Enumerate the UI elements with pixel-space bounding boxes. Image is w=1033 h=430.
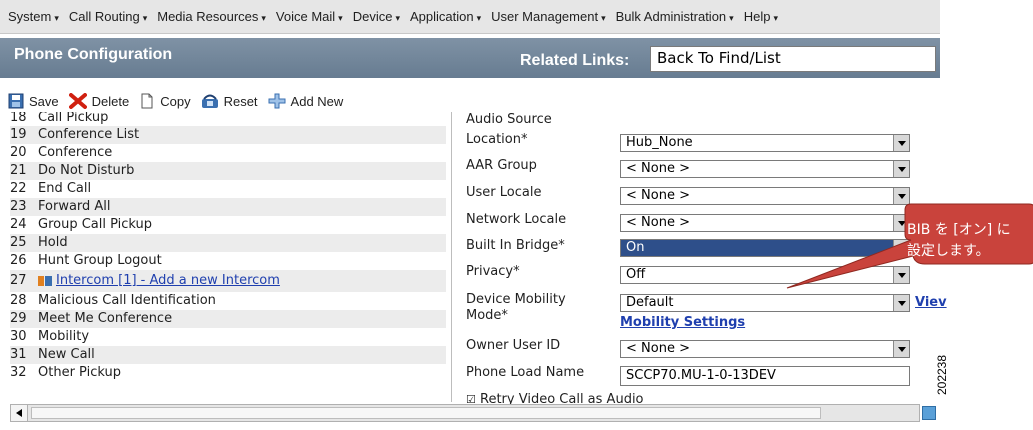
menu-media-resources[interactable]: Media Resources ▾ — [157, 9, 266, 24]
user-locale-label: User Locale — [466, 185, 542, 200]
location-select[interactable]: Hub_None — [620, 134, 910, 152]
user-locale-select[interactable]: < None > — [620, 187, 910, 205]
owner-user-id-label: Owner User ID — [466, 338, 561, 353]
audio-source-label: Audio Source — [466, 112, 552, 127]
add-intercom-link[interactable]: Intercom [1] - Add a new Intercom — [56, 273, 280, 288]
chevron-down-icon: ▾ — [142, 13, 148, 23]
list-item: 23 Forward All — [10, 198, 446, 216]
intercom-icon — [38, 275, 52, 286]
location-label: Location* — [466, 132, 528, 147]
chevron-down-icon: ▾ — [773, 13, 778, 23]
list-item: 30 Mobility — [10, 329, 90, 344]
list-item: 20 Conference — [10, 145, 113, 160]
related-links-label: Related Links: — [520, 52, 630, 69]
page-icon — [922, 406, 936, 420]
owner-user-id-select[interactable]: < None > — [620, 340, 910, 358]
panel-divider — [451, 112, 452, 402]
chevron-down-icon: ▾ — [338, 13, 343, 23]
add-new-button[interactable]: Add New — [268, 93, 343, 109]
phone-load-name-label: Phone Load Name — [466, 365, 585, 380]
menu-voice-mail[interactable]: Voice Mail ▾ — [276, 9, 343, 24]
horizontal-scrollbar[interactable] — [10, 404, 920, 422]
list-item: 32 Other Pickup — [10, 365, 121, 380]
list-item-intercom: 27 Intercom [1] - Add a new Intercom — [10, 270, 446, 292]
delete-x-icon — [68, 93, 87, 109]
menu-device[interactable]: Device ▾ — [353, 9, 400, 24]
list-item: 18 Call Pickup — [10, 112, 109, 125]
list-item: 29 Meet Me Conference — [10, 310, 446, 328]
network-locale-label: Network Locale — [466, 212, 567, 227]
page-header: Phone Configuration Related Links: Back … — [0, 38, 940, 78]
figure-number: 202238 — [935, 354, 950, 396]
chevron-down-icon: ▾ — [54, 13, 59, 23]
phone-load-name-input[interactable]: SCCP70.MU-1-0-13DEV — [620, 366, 910, 386]
chevron-down-icon: ▾ — [395, 13, 400, 23]
chevron-down-icon: ▾ — [476, 13, 482, 23]
list-item: 21 Do Not Disturb — [10, 162, 446, 180]
add-plus-icon — [268, 93, 286, 109]
menu-call-routing[interactable]: Call Routing ▾ — [69, 9, 147, 24]
list-item: 19 Conference List — [10, 126, 446, 144]
menu-bar: System ▾ Call Routing ▾ Media Resources ▾ V… — [0, 0, 940, 34]
button-template-list: 18 Call Pickup 19 Conference List 20 Confer… — [10, 112, 446, 382]
list-item: 26 Hunt Group Logout — [10, 253, 162, 268]
save-button[interactable]: Save — [8, 93, 59, 109]
dropdown-arrow-icon — [893, 341, 909, 357]
scroll-left-button[interactable] — [11, 405, 28, 421]
dropdown-arrow-icon — [893, 135, 909, 151]
save-icon — [8, 93, 24, 109]
scrollbar-thumb[interactable] — [31, 407, 821, 419]
list-item: 28 Malicious Call Identification — [10, 293, 216, 308]
device-mobility-mode-label: Device Mobility — [466, 292, 566, 307]
built-in-bridge-label: Built In Bridge* — [466, 238, 565, 253]
mobility-settings-link[interactable]: Mobility Settings — [620, 315, 745, 330]
device-mobility-mode-select[interactable]: Default — [620, 294, 910, 312]
chevron-down-icon: ▾ — [601, 13, 606, 23]
chevron-down-icon: ▾ — [261, 13, 266, 23]
network-locale-select[interactable]: < None > — [620, 214, 910, 232]
chevron-down-icon: ▾ — [729, 13, 734, 23]
callout-line-2: 設定します。 — [907, 243, 990, 259]
privacy-select[interactable]: Off — [620, 266, 910, 284]
aar-group-select[interactable]: < None > — [620, 160, 910, 178]
reset-button[interactable]: Reset — [201, 93, 258, 109]
menu-help[interactable]: Help ▾ — [744, 9, 778, 24]
reset-phone-icon — [201, 94, 218, 108]
page-title: Phone Configuration — [14, 46, 173, 63]
aar-group-label: AAR Group — [466, 158, 537, 173]
copy-button[interactable]: Copy — [139, 93, 191, 109]
related-links-select[interactable]: Back To Find/List — [650, 46, 936, 72]
annotation-callout: BIB を [オン] に 設定します。 — [786, 200, 1033, 289]
dropdown-arrow-icon — [893, 295, 909, 311]
menu-user-management[interactable]: User Management ▾ — [491, 9, 605, 24]
callout-line-1: BIB を [オン] に — [907, 222, 1011, 238]
device-mobility-mode-label-2: Mode* — [466, 308, 508, 323]
menu-bulk-administration[interactable]: Bulk Administration ▾ — [616, 9, 734, 24]
list-item: 25 Hold — [10, 234, 446, 252]
privacy-label: Privacy* — [466, 264, 520, 279]
list-item: 31 New Call — [10, 346, 446, 364]
delete-button[interactable]: Delete — [68, 93, 129, 109]
list-item: 22 End Call — [10, 181, 92, 196]
menu-system[interactable]: System ▾ — [8, 9, 59, 24]
dropdown-arrow-icon — [893, 161, 909, 177]
view-current-device-mobility-link[interactable]: Viev — [915, 295, 947, 310]
copy-icon — [141, 93, 153, 109]
menu-application[interactable]: Application ▾ — [410, 9, 481, 24]
arrow-left-icon — [16, 409, 22, 417]
list-item: 24 Group Call Pickup — [10, 217, 153, 232]
toolbar: Save Delete Copy Reset Add New — [0, 88, 940, 114]
built-in-bridge-select[interactable]: On — [620, 239, 910, 257]
